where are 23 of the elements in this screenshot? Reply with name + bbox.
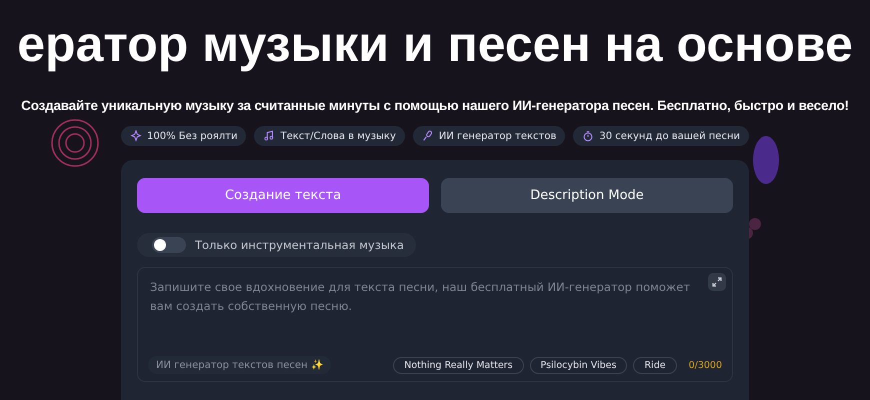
- mic-icon: [422, 130, 434, 142]
- note-icon: [263, 130, 276, 142]
- feature-label: 30 секунд до вашей песни: [599, 130, 740, 142]
- feature-label: ИИ генератор текстов: [438, 130, 556, 142]
- blob-drawing: [752, 135, 780, 185]
- generator-chip[interactable]: ИИ генератор текстов песен ✨: [148, 356, 331, 374]
- char-counter: 0/3000: [688, 360, 722, 370]
- page-title: ератор музыки и песен на основе: [17, 15, 853, 74]
- mode-tab[interactable]: Description Mode: [441, 178, 733, 213]
- rings-drawing: [50, 118, 100, 168]
- feature-label: Текст/Слова в музыку: [280, 130, 396, 142]
- feature-label: 100% Без роялти: [146, 130, 238, 142]
- sparkle-icon: [130, 130, 142, 142]
- timer-icon: [582, 130, 594, 142]
- subtitle: Создавайте уникальную музыку за считанные минуты с помощью нашего ИИ-генератора песен. Бесплатно, быстро и весело!: [21, 98, 849, 113]
- mode-tab[interactable]: Создание текста: [137, 178, 429, 213]
- toggle-switch[interactable]: [152, 237, 186, 253]
- expand-icon[interactable]: [708, 273, 726, 291]
- suggestion-chip[interactable]: Nothing Really Matters: [393, 356, 524, 374]
- lyrics-field[interactable]: Запишите свое вдохновение для текста песни, наш бесплатный ИИ-генератор поможет вам создать собственную песню. ИИ генератор текстов песен ✨ Nothing Really Matters Psilocybin Vibes Ride 0/3000: [137, 267, 733, 382]
- suggestion-chip[interactable]: Ride: [633, 356, 677, 374]
- suggestion-chip[interactable]: Psilocybin Vibes: [530, 356, 628, 374]
- toggle-label: Только инструментальная музыка: [195, 238, 404, 252]
